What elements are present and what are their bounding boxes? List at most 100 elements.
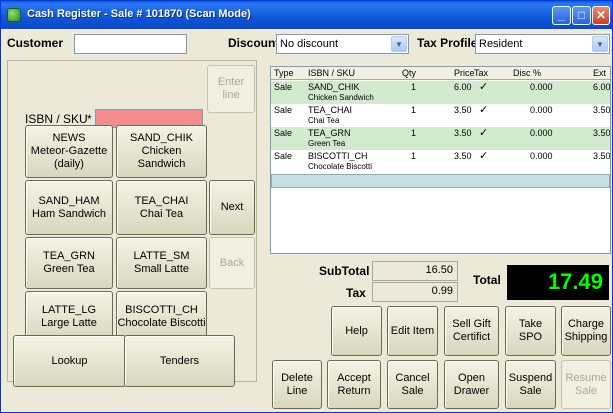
cell-ext: 3.50 [593, 105, 611, 115]
cell-ext: 6.00 [593, 82, 611, 92]
quick-button-name: Small Latte [133, 263, 190, 275]
sale-label: Sale [519, 384, 542, 397]
quick-button-sand-ham[interactable]: SAND_HAM Ham Sandwich [25, 180, 113, 235]
cell-sku: BISCOTTI_CH [308, 151, 368, 161]
title-bar[interactable]: Cash Register - Sale # 101870 (Scan Mode… [1, 1, 612, 29]
help-label: Help [345, 324, 368, 337]
help-button[interactable]: Help [331, 306, 382, 356]
cancel-label: Cancel [395, 371, 430, 384]
cell-qty: 1 [411, 82, 417, 92]
check-icon: ✓ [479, 127, 489, 139]
cell-disc: 0.000 [530, 82, 553, 92]
grid-header: Type ISBN / SKU Qty Price Tax Disc % Ext [271, 67, 610, 80]
subtotal-label: SubTotal [319, 264, 370, 278]
charge-shipping-button[interactable]: Charge Shipping [561, 306, 611, 356]
sell-gift-certificate-button[interactable]: Sell Gift Certifict [444, 306, 499, 356]
check-icon: ✓ [479, 150, 489, 162]
table-row[interactable]: Sale SAND_CHIK Chicken Sandwich 1 6.00 ✓… [271, 81, 610, 104]
col-disc[interactable]: Disc % [513, 67, 541, 79]
delete-line-button[interactable]: Delete Line [272, 360, 322, 409]
quick-button-extra: (daily) [54, 158, 84, 170]
customer-input[interactable] [74, 34, 187, 54]
required-mark: * [87, 112, 92, 126]
new-line-row[interactable] [271, 174, 610, 188]
quick-button-name: Large Latte [41, 317, 97, 329]
discount-value: No discount [280, 38, 339, 50]
sell-gift-label-2: Certifict [452, 331, 491, 343]
col-type[interactable]: Type [274, 67, 294, 79]
suspend-sale-button[interactable]: Suspend Sale [505, 360, 556, 409]
cell-sku: TEA_CHAI [308, 105, 353, 115]
discount-select[interactable]: No discount ▼ [276, 34, 409, 54]
window-title: Cash Register - Sale # 101870 (Scan Mode… [27, 8, 251, 20]
col-qty[interactable]: Qty [402, 67, 416, 79]
quick-button-name: Chocolate Biscotti [117, 317, 206, 329]
discount-label: Discount [228, 36, 280, 50]
delete-label: Delete [281, 371, 313, 384]
cell-price: 3.50 [454, 105, 472, 115]
table-row[interactable]: Sale TEA_GRN Green Tea 1 3.50 ✓ 0.000 3.… [271, 127, 610, 150]
table-row[interactable]: Sale TEA_CHAI Chai Tea 1 3.50 ✓ 0.000 3.… [271, 104, 610, 127]
back-label: Back [219, 256, 245, 269]
check-icon: ✓ [479, 81, 489, 93]
next-page-button[interactable]: Next [209, 180, 255, 235]
cell-type: Sale [274, 82, 293, 92]
close-icon[interactable]: ✕ [592, 6, 610, 25]
chevron-down-icon[interactable]: ▼ [592, 36, 608, 52]
quick-button-code: LATTE_SM [133, 250, 190, 262]
shipping-label: Shipping [564, 331, 608, 343]
cell-type: Sale [274, 151, 293, 161]
cell-ext: 3.50 [593, 151, 611, 161]
accept-return-button[interactable]: Accept Return [327, 360, 381, 409]
total-label: Total [473, 273, 501, 287]
tax-profile-select[interactable]: Resident ▼ [475, 34, 610, 54]
cell-ext: 3.50 [593, 128, 611, 138]
cell-sku: SAND_CHIK [308, 82, 360, 92]
charge-label: Charge [567, 318, 605, 330]
lookup-label: Lookup [51, 354, 88, 367]
chevron-down-icon[interactable]: ▼ [391, 36, 407, 52]
quick-button-code: SAND_CHIK [130, 132, 193, 144]
cell-price: 3.50 [454, 151, 472, 161]
tax-profile-label: Tax Profile [417, 36, 478, 50]
accept-label: Accept [337, 371, 371, 384]
quick-button-code: SAND_HAM [38, 194, 100, 207]
col-tax[interactable]: Tax [474, 67, 488, 79]
col-price[interactable]: Price [454, 67, 475, 79]
sale-lines-grid[interactable]: Type ISBN / SKU Qty Price Tax Disc % Ext… [270, 66, 611, 254]
quick-button-latte-sm[interactable]: LATTE_SM Small Latte [116, 237, 207, 289]
quick-button-tea-chai[interactable]: TEA_CHAI Chai Tea [116, 180, 207, 235]
quick-button-code: TEA_GRN [43, 250, 95, 262]
enter-line-button[interactable]: Enter line [207, 65, 255, 113]
sale-label: Sale [401, 384, 424, 397]
col-sku[interactable]: ISBN / SKU [308, 67, 355, 79]
resume-sale-button[interactable]: Resume Sale [561, 360, 611, 409]
cell-desc: Green Tea [308, 139, 346, 148]
next-label: Next [220, 201, 244, 213]
enter-line-label: Enter line [217, 76, 245, 101]
edit-item-button[interactable]: Edit Item [387, 306, 438, 356]
cell-price: 3.50 [454, 128, 472, 138]
quick-button-sand-chik[interactable]: SAND_CHIK Chicken Sandwich [116, 125, 207, 178]
cash-register-window: Cash Register - Sale # 101870 (Scan Mode… [0, 0, 613, 413]
lookup-button[interactable]: Lookup [13, 335, 126, 387]
open-label: Open [458, 371, 485, 384]
take-spo-button[interactable]: Take SPO [505, 306, 556, 356]
cell-disc: 0.000 [530, 105, 553, 115]
cell-qty: 1 [411, 128, 417, 138]
minimize-icon[interactable]: _ [552, 6, 571, 25]
table-row[interactable]: Sale BISCOTTI_CH Chocolate Biscotti 1 3.… [271, 150, 610, 173]
tax-label: Tax [346, 286, 366, 300]
cancel-sale-button[interactable]: Cancel Sale [387, 360, 438, 409]
return-label: Return [337, 384, 371, 397]
open-drawer-button[interactable]: Open Drawer [444, 360, 499, 409]
cell-disc: 0.000 [530, 128, 553, 138]
col-ext[interactable]: Ext [593, 67, 606, 79]
total-value: 17.49 [507, 265, 609, 300]
quick-button-news[interactable]: NEWS Meteor-Gazette (daily) [25, 125, 113, 178]
subtotal-value: 16.50 [372, 261, 458, 281]
tenders-button[interactable]: Tenders [124, 335, 235, 387]
maximize-icon[interactable]: □ [572, 6, 591, 25]
back-page-button[interactable]: Back [209, 237, 255, 289]
quick-button-tea-grn[interactable]: TEA_GRN Green Tea [25, 237, 113, 289]
